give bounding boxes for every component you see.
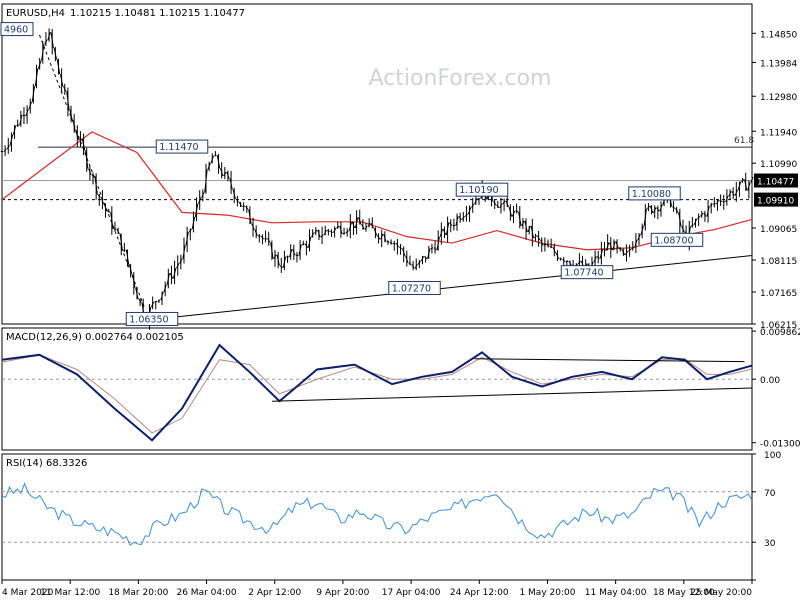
price-tick-label: 1.14850 (760, 30, 797, 40)
support-trendline (152, 255, 752, 319)
price-candle-body (719, 200, 721, 201)
price-candle-body (390, 242, 392, 244)
x-tick-label: 2 Apr 12:00 (248, 588, 301, 598)
x-tick-label: 1 May 20:00 (519, 588, 575, 598)
price-candle-body (672, 207, 674, 209)
macd-label: MACD(12,26,9) 0.002764 0.002105 (6, 332, 184, 343)
watermark: ActionForex.com (369, 66, 552, 91)
macd-line (2, 345, 752, 440)
chart-root: ActionForex.com EURUSD,H4 1.10215 1.1048… (0, 0, 800, 600)
price-tick-label: 1.08115 (760, 257, 797, 267)
symbol-label: EURUSD,H4 (6, 8, 65, 19)
x-tick-label: 11 May 04:00 (585, 588, 647, 598)
rsi-label: RSI(14) 68.3326 (6, 458, 87, 469)
x-tick-label: 17 Apr 04:00 (382, 588, 441, 598)
rsi-panel-frame (2, 454, 752, 580)
price-tick-label: 1.07165 (760, 289, 797, 299)
macd-resistance-trendline (475, 359, 745, 362)
x-tick-label: 26 Mar 04:00 (176, 588, 236, 598)
price-annotation-label: 1.10080 (632, 189, 671, 200)
price-candle-body (123, 250, 125, 251)
x-tick-label: 11 Mar 12:00 (40, 588, 100, 598)
chart-svg: ActionForex.com EURUSD,H4 1.10215 1.1048… (0, 0, 800, 600)
price-candle-body (107, 211, 109, 212)
rsi-line (2, 484, 752, 546)
fib-label: 61.8 (734, 136, 754, 146)
macd-support-trendline (272, 388, 752, 401)
rsi-layer: 100 70 30 (2, 451, 781, 580)
x-tick-label: 18 Mar 20:00 (108, 588, 168, 598)
rsi-tick-label: 30 (764, 539, 776, 549)
price-candle-body (264, 238, 266, 239)
x-tick-label: 24 Apr 12:00 (450, 588, 509, 598)
down-trendline (40, 35, 145, 308)
price-annotation-label: 1.07740 (564, 268, 603, 279)
macd-panel-frame (2, 328, 752, 450)
price-candle-body (158, 300, 160, 302)
dashed-level-label: 1.09910 (757, 197, 794, 207)
price-candle-body (515, 211, 517, 212)
price-tick-label: 1.10990 (760, 160, 797, 170)
macd-tick-label: 0.00 (760, 376, 780, 386)
x-tick-label: 25 May 20:00 (690, 588, 752, 598)
x-tick-label: 9 Apr 20:00 (316, 588, 369, 598)
price-tick-label: 1.13984 (760, 59, 797, 69)
price-annotation-label: 1.07270 (392, 283, 431, 294)
macd-layer: 0.009862 0.00 -0.013002 (2, 328, 800, 450)
price-candle-body (566, 261, 568, 262)
price-annotation-label: 1.06350 (129, 314, 168, 325)
price-tick-label: 1.09065 (760, 225, 797, 235)
price-annotation-label: 4960 (4, 25, 28, 36)
price-candle-body (431, 248, 433, 249)
price-candle-body (327, 230, 329, 231)
price-candle-body (330, 231, 332, 232)
price-candle-body (302, 244, 304, 245)
price-annotation-label: 1.11470 (159, 142, 198, 153)
price-annotation-label: 1.10190 (459, 185, 498, 196)
price-annotation-label: 1.08700 (654, 235, 693, 246)
price-candle-body (691, 225, 693, 226)
price-tick-label: 1.12980 (760, 93, 797, 103)
price-candle-body (343, 233, 345, 234)
rsi-tick-label: 70 (764, 489, 776, 499)
macd-tick-label: 0.009862 (760, 328, 800, 338)
price-panel-frame (2, 4, 752, 324)
price-candle-body (409, 263, 411, 265)
current-price-label: 1.10477 (757, 178, 794, 188)
price-candle-body (387, 242, 389, 243)
price-candle-body (399, 247, 401, 249)
macd-signal-line (2, 355, 752, 433)
axis-layer: 4 Mar 202011 Mar 12:0018 Mar 20:0026 Mar… (2, 580, 752, 598)
price-candle-body (23, 115, 25, 116)
price-candle-body (393, 243, 395, 244)
ohlc-readout: 1.10215 1.10481 1.10215 1.10477 (70, 8, 245, 19)
rsi-tick-label: 100 (764, 451, 781, 461)
macd-tick-label: -0.013002 (760, 440, 800, 450)
price-tick-label: 1.11940 (760, 128, 797, 138)
price-candle-body (544, 244, 546, 245)
